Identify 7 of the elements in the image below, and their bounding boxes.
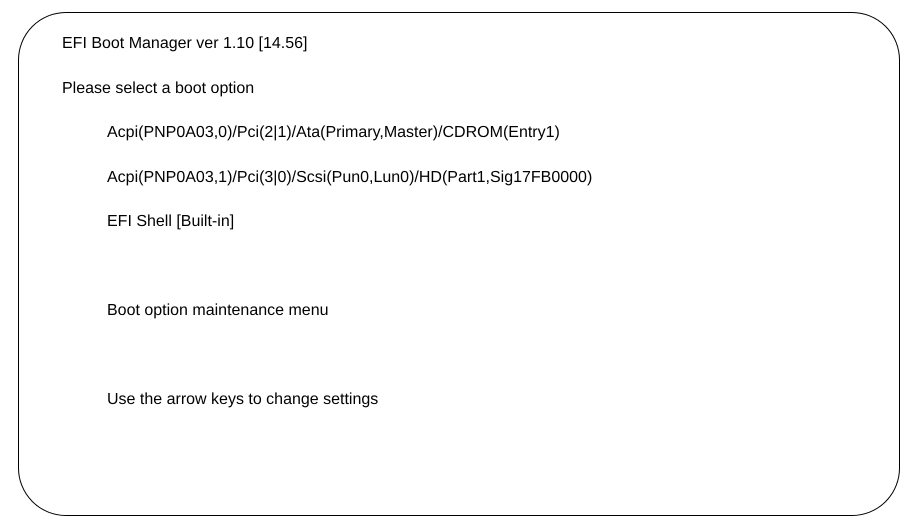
manager-title: EFI Boot Manager ver 1.10 [14.56] xyxy=(62,34,308,54)
maintenance-menu-option[interactable]: Boot option maintenance menu xyxy=(107,299,328,324)
boot-option[interactable]: EFI Shell [Built-in] xyxy=(107,210,234,234)
boot-option[interactable]: Acpi(PNP0A03,1)/Pci(3|0)/Scsi(Pun0,Lun0)/HD(Part1,Sig17FB0000) xyxy=(107,166,592,190)
boot-option[interactable]: Acpi(PNP0A03,0)/Pci(2|1)/Ata(Primary,Master)/CDROM(Entry1) xyxy=(107,121,560,146)
prompt-text: Please select a boot option xyxy=(62,78,254,99)
hint-text: Use the arrow keys to change settings xyxy=(107,390,378,410)
